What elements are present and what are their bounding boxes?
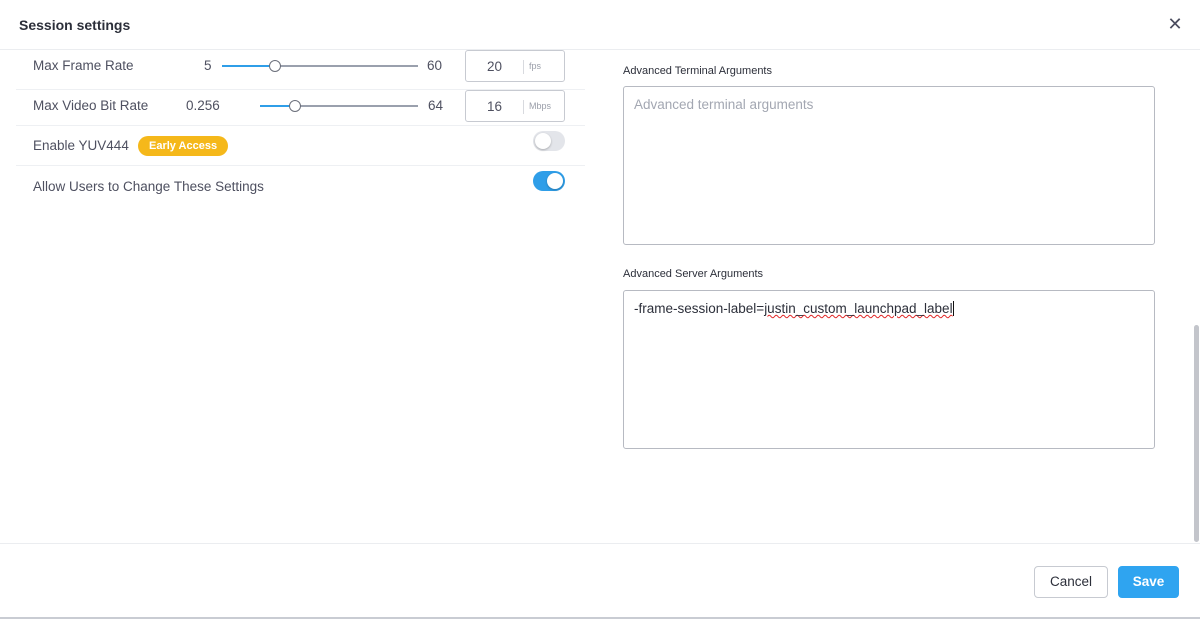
max-video-bit-rate-slider-thumb[interactable] (288, 100, 301, 112)
max-frame-rate-max: 60 (427, 58, 443, 73)
allow-users-change-label: Allow Users to Change These Settings (33, 179, 264, 194)
close-icon[interactable]: ✕ (1165, 14, 1185, 34)
max-video-bit-rate-slider-track[interactable] (260, 105, 418, 107)
max-frame-rate-label: Max Frame Rate (33, 58, 134, 73)
max-video-bit-rate-max: 64 (428, 98, 444, 113)
scrollbar[interactable] (1194, 325, 1199, 542)
advanced-server-arguments-prefix: -frame-session-label= (634, 301, 765, 316)
advanced-terminal-arguments-input[interactable]: Advanced terminal arguments (623, 86, 1155, 245)
max-frame-rate-slider-thumb[interactable] (268, 60, 281, 72)
dialog-footer: Cancel Save (0, 543, 1200, 617)
setting-row-max-video-bit-rate: Max Video Bit Rate 0.256 64 16 Mbps (16, 86, 585, 126)
enable-yuv444-toggle[interactable] (533, 131, 565, 151)
session-settings-dialog: Session settings ✕ Max Frame Rate 5 60 2… (0, 0, 1200, 619)
dialog-title: Session settings (19, 17, 131, 33)
cancel-button[interactable]: Cancel (1034, 566, 1108, 598)
max-frame-rate-slider-track[interactable] (222, 65, 418, 67)
advanced-terminal-arguments-placeholder: Advanced terminal arguments (634, 97, 814, 112)
setting-row-allow-users-change: Allow Users to Change These Settings (16, 166, 585, 206)
max-frame-rate-min: 5 (204, 58, 212, 73)
unit-divider (523, 100, 524, 114)
max-frame-rate-unit: fps (529, 61, 542, 71)
advanced-terminal-arguments-label: Advanced Terminal Arguments (623, 65, 772, 77)
max-video-bit-rate-label: Max Video Bit Rate (33, 98, 149, 113)
max-video-bit-rate-value: 16 (486, 99, 503, 114)
max-video-bit-rate-min: 0.256 (186, 98, 220, 113)
dialog-header: Session settings ✕ (0, 0, 1200, 50)
enable-yuv444-label: Enable YUV444 (33, 138, 129, 153)
early-access-badge: Early Access (138, 136, 229, 156)
max-video-bit-rate-unit: Mbps (529, 101, 552, 111)
unit-divider (523, 60, 524, 74)
setting-row-enable-yuv444: Enable YUV444 Early Access (16, 126, 585, 166)
max-frame-rate-value: 20 (486, 59, 503, 74)
allow-users-change-toggle[interactable] (533, 171, 565, 191)
save-button[interactable]: Save (1118, 566, 1179, 598)
max-frame-rate-input[interactable]: 20 fps (465, 50, 565, 82)
setting-row-max-frame-rate: Max Frame Rate 5 60 20 fps (16, 50, 585, 90)
advanced-server-arguments-input[interactable]: -frame-session-label=justin_custom_launc… (623, 290, 1155, 449)
max-frame-rate-slider-fill (222, 65, 275, 67)
advanced-server-arguments-misspelled: justin_custom_launchpad_label (764, 301, 953, 316)
max-video-bit-rate-input[interactable]: 16 Mbps (465, 90, 565, 122)
text-caret (952, 301, 954, 316)
toggle-knob (547, 173, 563, 189)
advanced-server-arguments-label: Advanced Server Arguments (623, 268, 764, 280)
toggle-knob (535, 133, 551, 149)
